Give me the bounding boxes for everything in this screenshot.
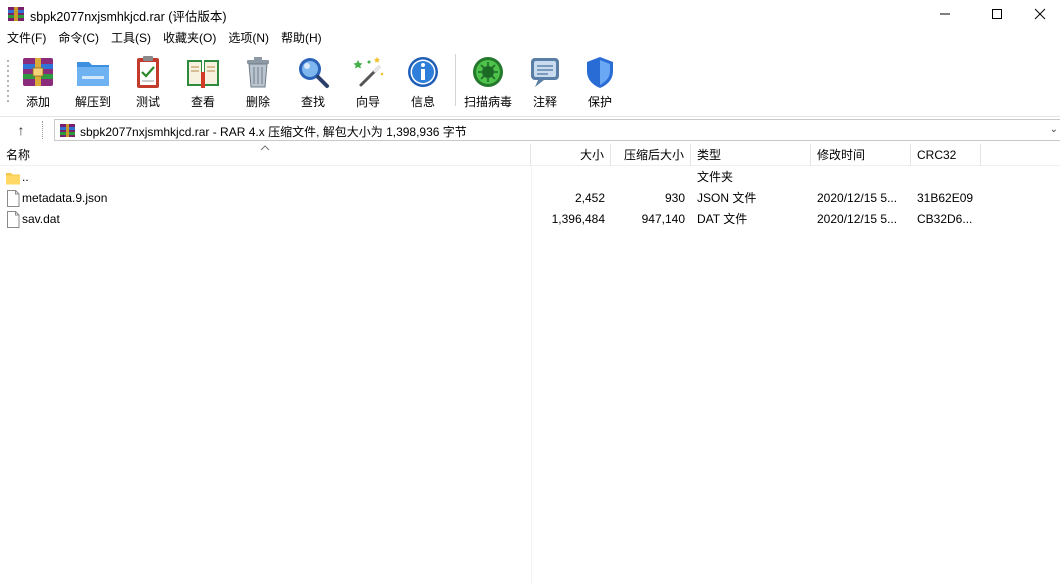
comment-icon (531, 58, 559, 87)
info-button[interactable]: 信息 (397, 54, 449, 110)
up-arrow-icon: ↑ (17, 122, 25, 138)
wizard-label: 向导 (355, 95, 380, 109)
wizard-button[interactable]: 向导 (342, 54, 394, 110)
menu-options[interactable]: 选项(N) (222, 28, 275, 48)
close-icon (1034, 8, 1046, 20)
file-icon (7, 211, 20, 228)
shield-icon (587, 57, 613, 88)
toolbar-grip[interactable] (6, 58, 10, 104)
row-modified (817, 167, 909, 188)
row-modified: 2020/12/15 5... (817, 212, 898, 226)
address-path: sbpk2077nxjsmhkjcd.rar - RAR 4.x 压缩文件, 解… (80, 125, 467, 139)
menu-file[interactable]: 文件(F) (0, 28, 52, 48)
virus-scan-icon (473, 57, 503, 87)
row-packed: 930 (664, 191, 685, 205)
row-name: sav.dat (22, 212, 60, 226)
toolbar-separator (455, 54, 456, 106)
row-crc: 31B62E09 (917, 191, 974, 205)
address-bar-row: ↑ sbpk2077nxjsmhkjcd.rar - RAR 4.x 压缩文件,… (0, 116, 1060, 142)
row-crc (917, 167, 979, 188)
row-type: DAT 文件 (697, 212, 748, 226)
file-icon (7, 190, 20, 207)
window-title: sbpk2077nxjsmhkjcd.rar (评估版本) (30, 10, 227, 24)
column-header-crc[interactable]: CRC32 (911, 144, 981, 166)
test-label: 测试 (135, 95, 160, 109)
title-bar: sbpk2077nxjsmhkjcd.rar (评估版本) (0, 0, 1060, 28)
maximize-icon (992, 9, 1002, 19)
column-header-packed[interactable]: 压缩后大小 (611, 144, 691, 166)
extract-to-label: 解压到 (74, 95, 111, 109)
address-field[interactable]: sbpk2077nxjsmhkjcd.rar - RAR 4.x 压缩文件, 解… (54, 119, 1060, 141)
row-type: JSON 文件 (697, 191, 757, 205)
scan-virus-button[interactable]: 扫描病毒 (460, 54, 516, 110)
minimize-button[interactable] (922, 0, 968, 28)
column-header-size[interactable]: 大小 (531, 144, 611, 166)
table-row[interactable]: sav.dat 1,396,484 947,140 DAT 文件 2020/12… (0, 209, 1060, 230)
menu-favorites[interactable]: 收藏夹(O) (157, 28, 222, 48)
row-size (531, 167, 605, 188)
info-label: 信息 (410, 95, 435, 109)
magnifier-icon (299, 58, 329, 88)
address-dropdown-icon[interactable]: ⌄ (1050, 124, 1058, 135)
archive-icon (60, 124, 75, 137)
row-modified: 2020/12/15 5... (817, 191, 898, 205)
find-label: 查找 (300, 95, 325, 109)
protect-button[interactable]: 保护 (574, 54, 626, 110)
row-type: 文件夹 (697, 170, 734, 184)
row-size: 1,396,484 (551, 212, 605, 226)
trash-icon (247, 57, 269, 88)
comment-button[interactable]: 注释 (519, 54, 571, 110)
menu-bar: 文件(F) 命令(C) 工具(S) 收藏夹(O) 选项(N) 帮助(H) (0, 28, 1060, 48)
comment-label: 注释 (532, 95, 557, 109)
row-crc: CB32D6... (917, 212, 973, 226)
view-button[interactable]: 查看 (177, 54, 229, 110)
menu-help[interactable]: 帮助(H) (275, 28, 328, 48)
column-header-name[interactable]: 名称 (0, 144, 531, 166)
table-row[interactable]: metadata.9.json 2,452 930 JSON 文件 2020/1… (0, 188, 1060, 209)
column-name-label: 名称 (6, 148, 31, 162)
folder-icon (6, 173, 20, 185)
close-button[interactable] (1020, 0, 1060, 28)
sort-ascending-icon (260, 145, 270, 151)
delete-button[interactable]: 删除 (232, 54, 284, 110)
column-header-modified[interactable]: 修改时间 (811, 144, 911, 166)
add-archive-icon (23, 58, 53, 86)
menu-tools[interactable]: 工具(S) (105, 28, 157, 48)
row-packed (611, 167, 685, 188)
row-name: metadata.9.json (22, 191, 108, 205)
add-button[interactable]: 添加 (12, 54, 64, 110)
minimize-icon (940, 13, 950, 15)
wizard-wand-icon (353, 57, 384, 87)
up-one-level-button[interactable]: ↑ (11, 120, 31, 140)
delete-label: 删除 (245, 95, 270, 109)
extract-folder-icon (77, 62, 109, 86)
view-label: 查看 (190, 95, 215, 109)
add-label: 添加 (25, 95, 50, 109)
test-button[interactable]: 测试 (122, 54, 174, 110)
find-button[interactable]: 查找 (287, 54, 339, 110)
column-header-type[interactable]: 类型 (691, 144, 811, 166)
table-row[interactable]: .. 文件夹 (0, 167, 1060, 188)
test-clipboard-icon (137, 56, 159, 88)
winrar-app-icon[interactable] (8, 6, 24, 22)
protect-label: 保护 (587, 95, 612, 109)
row-packed: 947,140 (641, 212, 685, 226)
file-list-header: 名称 大小 压缩后大小 类型 修改时间 CRC32 (0, 144, 1060, 166)
scan-virus-label: 扫描病毒 (463, 95, 512, 109)
file-list: .. 文件夹 metadata.9.json 2,452 930 JSON 文件… (0, 167, 1060, 230)
row-name: .. (22, 170, 29, 184)
extract-to-button[interactable]: 解压到 (67, 54, 119, 110)
address-grip (42, 121, 43, 139)
row-size: 2,452 (574, 191, 605, 205)
view-book-icon (187, 60, 219, 88)
menu-commands[interactable]: 命令(C) (52, 28, 105, 48)
info-icon (408, 57, 438, 87)
maximize-button[interactable] (974, 0, 1020, 28)
